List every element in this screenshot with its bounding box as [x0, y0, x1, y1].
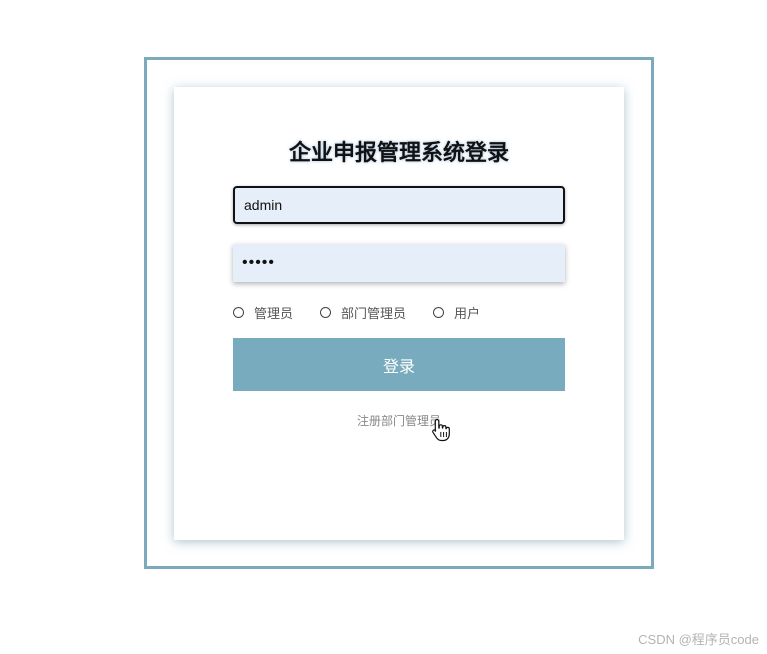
radio-circle-icon[interactable] — [433, 306, 445, 318]
role-label: 部门管理员 — [341, 306, 407, 322]
role-label: 用户 — [454, 306, 481, 322]
username-input[interactable] — [233, 186, 565, 224]
role-label: 管理员 — [254, 306, 294, 322]
password-input[interactable] — [233, 244, 565, 282]
role-radio-group: 管理员 部门管理员 用户 — [233, 303, 507, 322]
role-option-user[interactable]: 用户 — [433, 303, 480, 322]
role-option-dept-admin[interactable]: 部门管理员 — [320, 303, 406, 322]
login-button[interactable]: 登录 — [233, 338, 565, 391]
watermark: CSDN @程序员code — [638, 632, 759, 647]
login-card: 企业申报管理系统登录 管理员 部门管理员 用户 登录 注册部门管理员 — [174, 87, 624, 540]
page-title: 企业申报管理系统登录 — [288, 141, 509, 166]
register-dept-admin-link[interactable]: 注册部门管理员 — [174, 412, 624, 429]
radio-circle-icon[interactable] — [233, 306, 244, 318]
radio-circle-icon[interactable] — [320, 306, 332, 318]
role-option-admin[interactable]: 管理员 — [233, 303, 293, 322]
hand-pointer-icon — [432, 418, 450, 442]
